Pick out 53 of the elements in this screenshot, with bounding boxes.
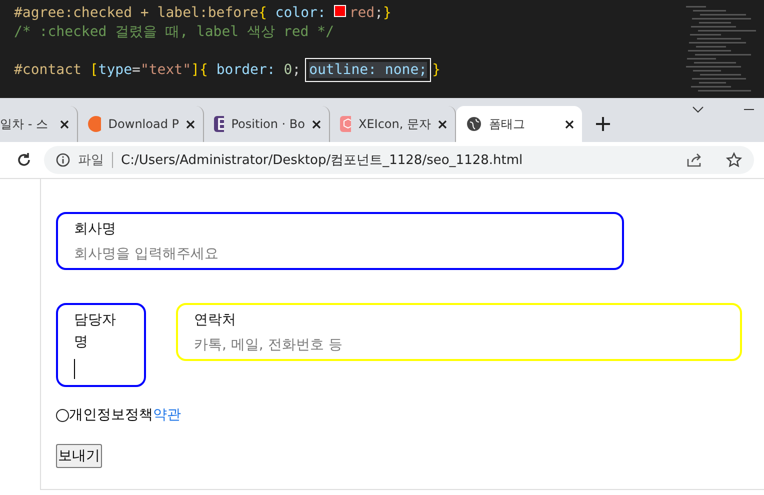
- input-field[interactable]: 회사명 회사명을 입력해주세요: [56, 212, 624, 270]
- star-icon[interactable]: [726, 152, 742, 168]
- agree-label: 개인정보정책: [69, 406, 153, 424]
- close-icon[interactable]: [186, 120, 195, 128]
- chevron-down-icon[interactable]: [692, 106, 704, 114]
- code-text: color:: [275, 5, 327, 21]
- code-text: type: [98, 62, 132, 78]
- b-logo-icon: [214, 116, 224, 132]
- field-label: 연락처: [194, 311, 237, 330]
- submit-button[interactable]: 보내기: [56, 444, 102, 468]
- input-field[interactable]: 담당자명: [56, 303, 146, 387]
- field-label: 담당자명: [74, 311, 117, 352]
- code-text: }: [383, 5, 392, 21]
- info-icon[interactable]: [56, 153, 70, 167]
- text-input[interactable]: 카톡, 메일, 전화번호 등: [194, 337, 724, 353]
- code-text: ;: [292, 62, 302, 78]
- code-text: ]{: [191, 62, 209, 78]
- circle-logo-icon: [88, 116, 102, 132]
- text-cursor: [74, 359, 75, 379]
- code-text: ;: [374, 5, 384, 21]
- globe-icon: [466, 116, 482, 132]
- input-field[interactable]: 연락처 카톡, 메일, 전화번호 등: [176, 303, 742, 361]
- text-input[interactable]: 회사명을 입력해주세요: [74, 246, 606, 262]
- radio-button[interactable]: [56, 408, 69, 422]
- browser-tab[interactable]: Position · Bo: [204, 106, 330, 142]
- minimize-icon[interactable]: [744, 109, 754, 111]
- code-text: /* :checked 걸렸을 때, label 색상 red */: [14, 24, 334, 40]
- browser-tab[interactable]: Download P: [78, 106, 204, 142]
- field-label: 회사명: [74, 220, 117, 239]
- code-text: }: [432, 62, 441, 78]
- code-text: #contact: [14, 62, 82, 78]
- code-text: =: [132, 62, 140, 78]
- code-text: #agree:checked + label:before: [14, 5, 258, 21]
- close-icon[interactable]: [438, 120, 447, 128]
- code-text: border:: [216, 62, 276, 78]
- close-icon[interactable]: [312, 120, 321, 128]
- code-text: [: [90, 62, 98, 78]
- cube-icon: [340, 116, 352, 132]
- close-icon[interactable]: [565, 120, 574, 128]
- code-text: "text": [140, 62, 192, 78]
- share-icon[interactable]: [686, 153, 702, 167]
- code-text: red: [349, 5, 375, 21]
- scheme-label: 파일: [78, 152, 104, 169]
- terms-link[interactable]: 약관: [153, 406, 181, 424]
- reload-icon[interactable]: [16, 152, 32, 168]
- plus-icon[interactable]: [596, 117, 610, 131]
- browser-tab[interactable]: 폼태그: [456, 106, 582, 142]
- browser-tab[interactable]: 일차 - 스: [0, 106, 78, 142]
- selected-code-text: outline: none;: [309, 62, 428, 78]
- url-text[interactable]: C:/Users/Administrator/Desktop/컴포넌트_1128/seo_1128.html: [121, 151, 678, 169]
- close-icon[interactable]: [60, 120, 69, 128]
- code-text: 0: [284, 62, 292, 78]
- code-text: {: [258, 5, 268, 21]
